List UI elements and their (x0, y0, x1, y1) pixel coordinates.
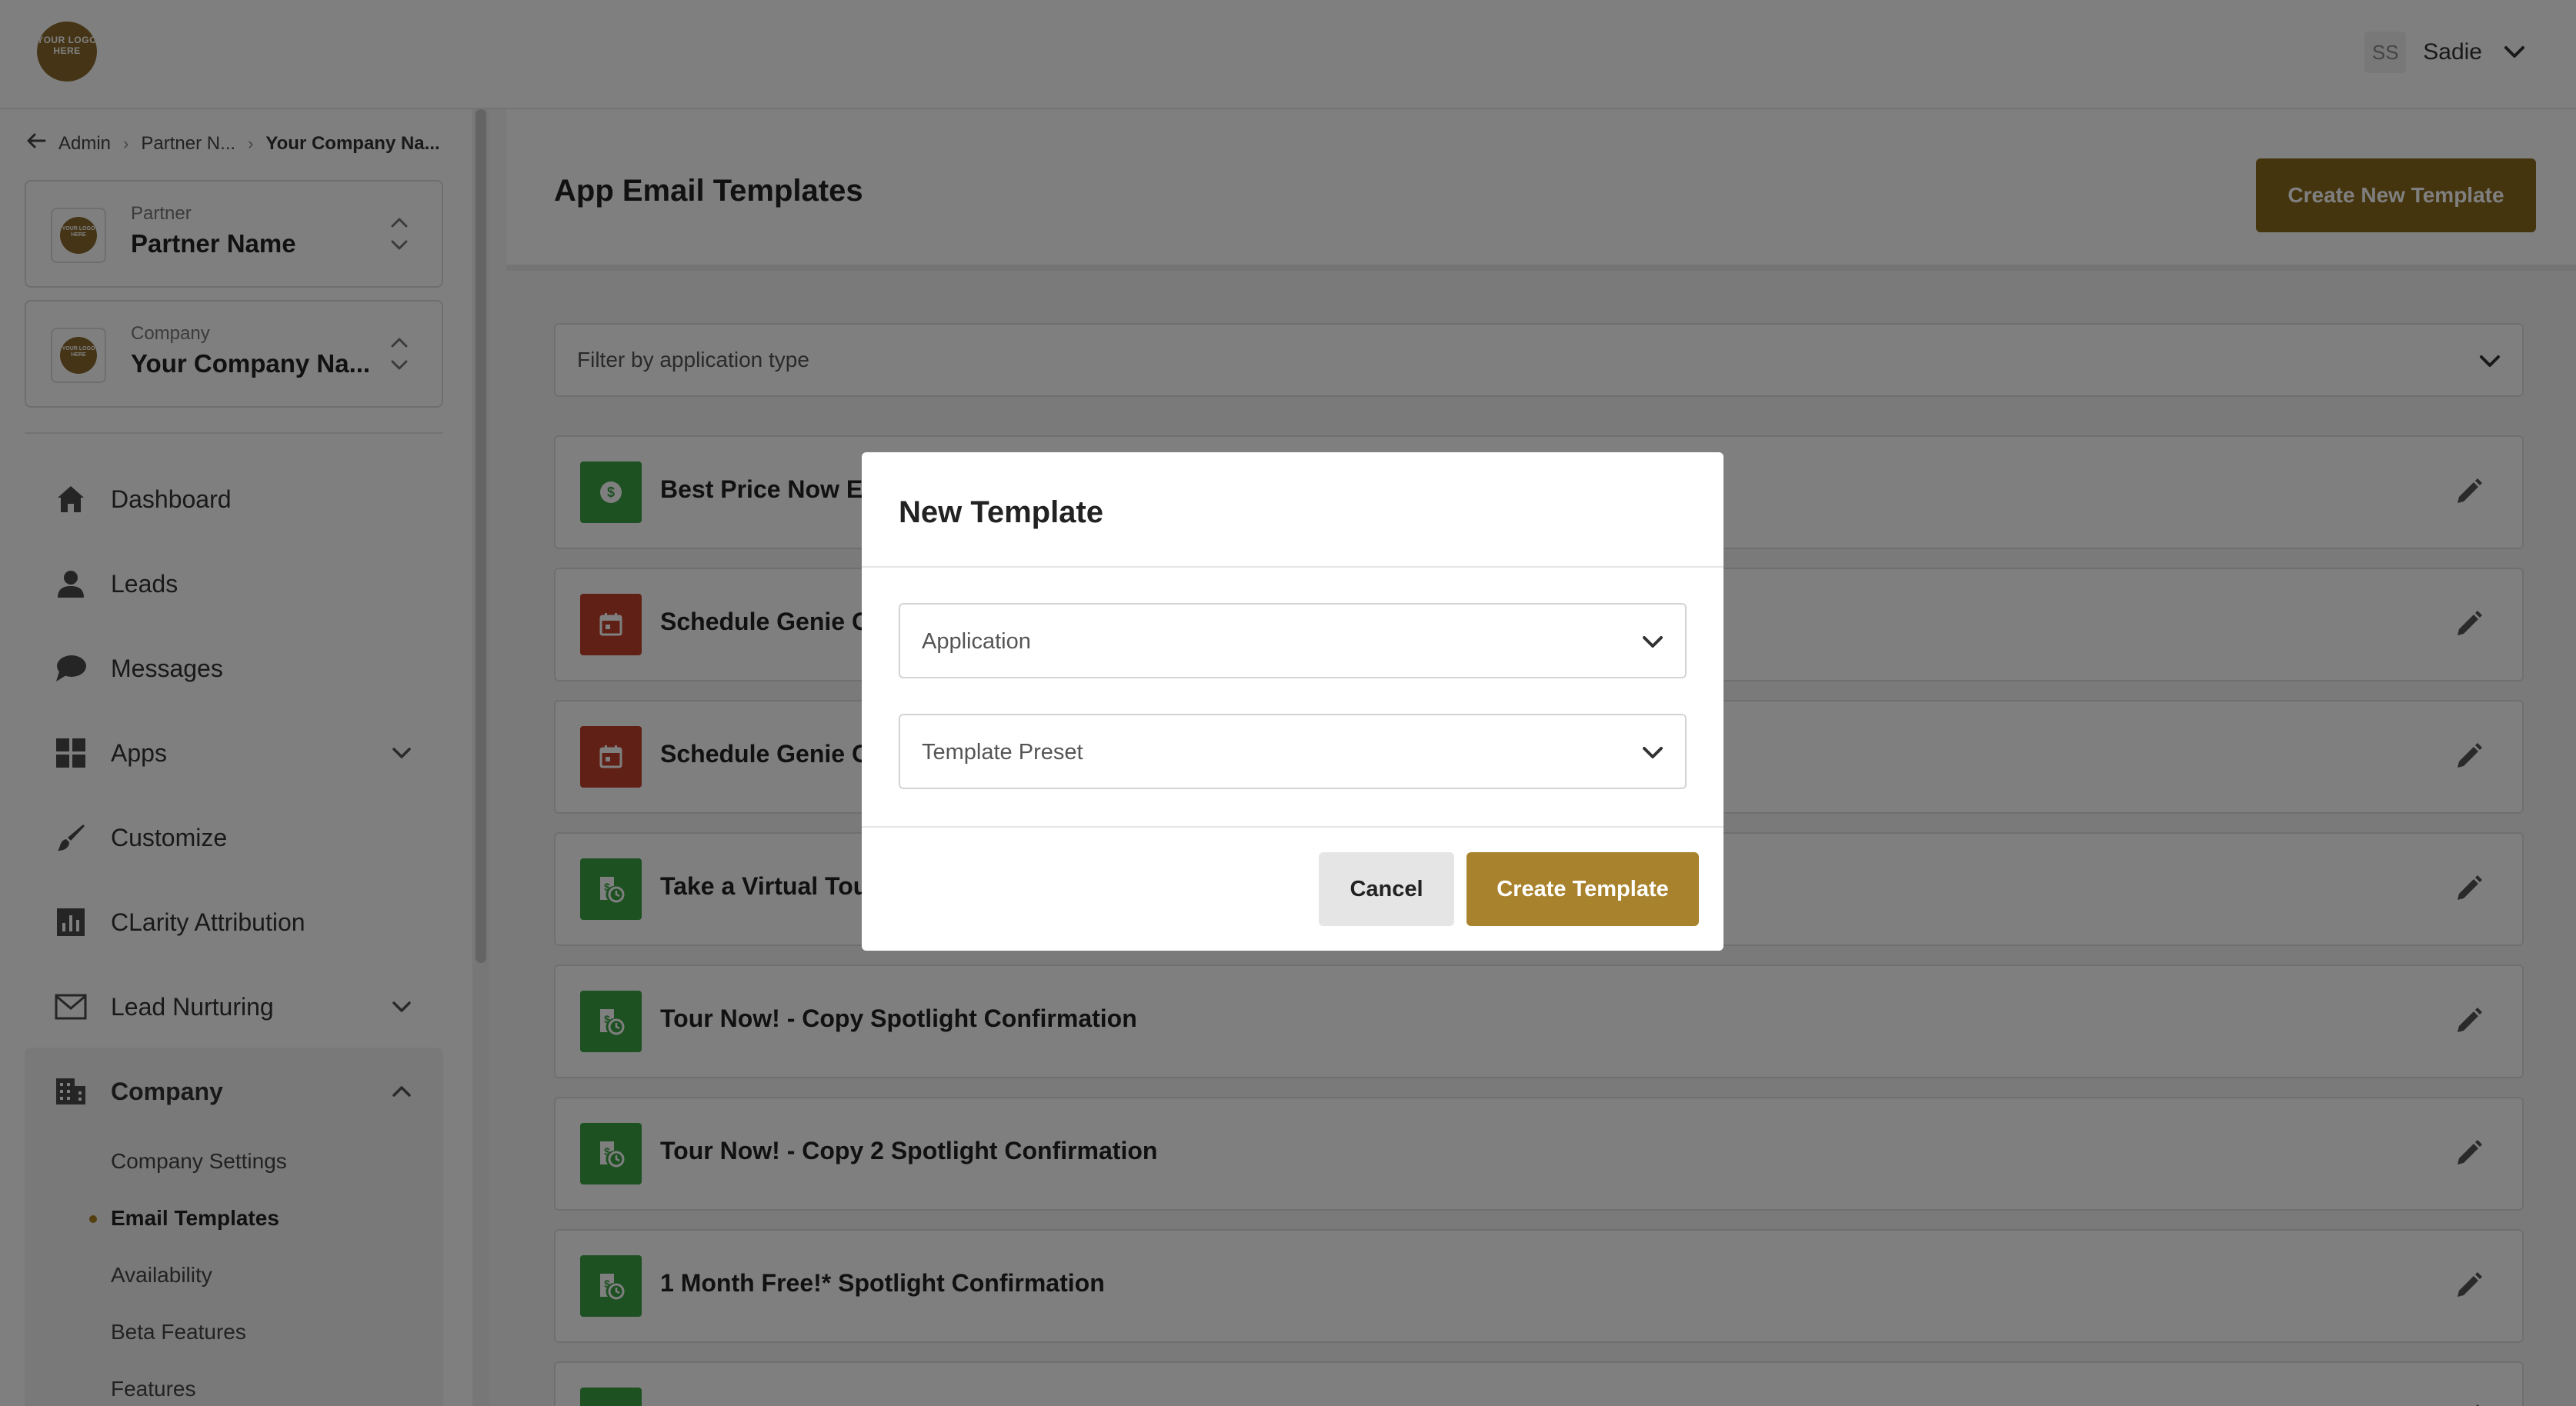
cancel-button[interactable]: Cancel (1319, 852, 1454, 926)
chevron-down-icon (1637, 738, 1668, 768)
modal-title: New Template (899, 495, 1103, 529)
template-preset-select[interactable]: Template Preset (899, 714, 1687, 789)
template-preset-placeholder: Template Preset (922, 740, 1083, 765)
application-select[interactable]: Application (899, 603, 1687, 678)
new-template-modal: New Template Application Template Preset… (862, 452, 1723, 951)
modal-divider (862, 566, 1723, 568)
chevron-down-icon (1637, 627, 1668, 658)
application-placeholder: Application (922, 629, 1031, 654)
create-template-button[interactable]: Create Template (1467, 852, 1699, 926)
modal-divider (862, 826, 1723, 828)
